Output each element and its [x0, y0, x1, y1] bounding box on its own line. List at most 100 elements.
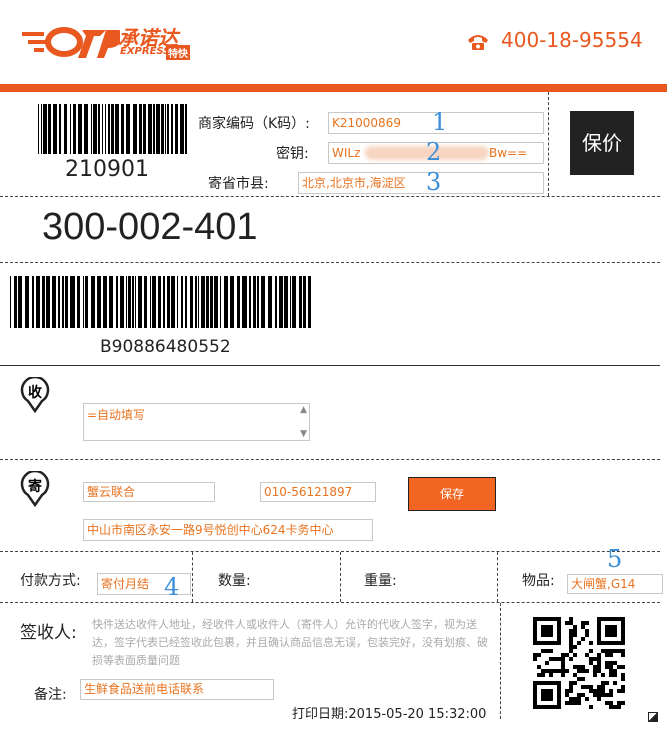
logo: 承诺达 EXPRESS 特快: [20, 18, 200, 64]
qr-module: [589, 685, 593, 689]
qr-module: [609, 661, 613, 665]
qr-module: [593, 693, 597, 697]
receiver-autofill-textarea[interactable]: =自动填写 ▲ ▼: [83, 403, 310, 441]
signature-label: 签收人:: [20, 623, 77, 643]
details-divider: [0, 602, 660, 603]
qr-module: [541, 649, 545, 653]
qr-module: [573, 697, 577, 701]
qr-module: [609, 665, 613, 669]
qr-module: [609, 669, 613, 673]
qr-module: [569, 701, 573, 705]
qr-module: [573, 625, 577, 629]
qr-module: [613, 661, 617, 665]
qr-module: [569, 645, 573, 649]
qr-module: [577, 665, 581, 669]
qr-module: [533, 653, 537, 657]
qr-module: [569, 633, 573, 637]
sender-name-field[interactable]: 蟹云联合: [83, 482, 215, 502]
qr-module: [617, 649, 621, 653]
qr-module: [581, 677, 585, 681]
remark-label: 备注:: [34, 687, 67, 703]
region-field[interactable]: 北京,北京市,海淀区: [298, 172, 544, 194]
annotation-3: 3: [426, 168, 442, 196]
qr-module: [601, 693, 605, 697]
qr-module: [573, 673, 577, 677]
logo-sub2: 特快: [166, 45, 190, 60]
qr-module: [621, 689, 625, 693]
qr-module: [569, 621, 573, 625]
qr-module: [593, 673, 597, 677]
qr-module: [537, 665, 541, 669]
merchant-barcode: [38, 104, 188, 154]
qr-module: [609, 649, 613, 653]
qr-module: [553, 657, 557, 661]
qr-module: [617, 689, 621, 693]
qr-module: [613, 705, 617, 709]
annotation-2: 2: [426, 138, 442, 166]
qr-module: [585, 633, 589, 637]
scroll-down-icon[interactable]: ▼: [300, 429, 307, 439]
qr-module: [597, 661, 601, 665]
qr-module: [569, 689, 573, 693]
qr-module: [545, 649, 549, 653]
tracking-code: 300-002-401: [42, 206, 258, 248]
key-label: 密钥:: [276, 146, 309, 162]
qr-module: [549, 669, 553, 673]
qr-module: [577, 677, 581, 681]
qr-module: [565, 621, 569, 625]
scroll-up-icon[interactable]: ▲: [300, 405, 307, 415]
qr-module: [585, 697, 589, 701]
qr-module: [577, 641, 581, 645]
qr-module: [533, 657, 537, 661]
qr-module: [541, 669, 545, 673]
item-field[interactable]: 大闸蟹,G14: [567, 574, 663, 594]
qr-module: [589, 649, 593, 653]
qr-module: [613, 673, 617, 677]
phone-icon: [468, 35, 488, 50]
tracking-divider: [0, 262, 660, 263]
qr-module: [569, 641, 573, 645]
qr-module: [565, 701, 569, 705]
qr-module: [605, 661, 609, 665]
sender-icon-char: 寄: [28, 478, 42, 495]
remark-field[interactable]: 生鲜食品送前电话联系: [80, 679, 274, 700]
qr-module: [589, 641, 593, 645]
key-value-end: Bw==: [489, 146, 528, 160]
qr-module: [573, 629, 577, 633]
qr-module: [605, 693, 609, 697]
qr-module: [549, 657, 553, 661]
qr-module: [581, 665, 585, 669]
qr-module: [561, 653, 565, 657]
qr-module: [597, 669, 601, 673]
qr-module: [541, 689, 553, 701]
qr-module: [585, 629, 589, 633]
logo-mark-icon: [22, 27, 120, 58]
qr-module: [565, 689, 569, 693]
qr-module: [565, 669, 569, 673]
qr-module: [589, 689, 593, 693]
qr-module: [613, 649, 617, 653]
resize-handle-icon[interactable]: [648, 712, 658, 722]
qr-module: [605, 665, 609, 669]
qr-module: [601, 685, 605, 689]
header-divider: [0, 84, 667, 92]
qr-module: [601, 681, 605, 685]
qr-module: [609, 673, 613, 677]
receiver-pin-icon: 收: [20, 375, 50, 414]
qr-module: [569, 649, 573, 653]
qr-module: [609, 701, 613, 705]
qr-module: [537, 673, 541, 677]
region-label: 寄省市县:: [208, 176, 269, 192]
insure-button[interactable]: 保价: [570, 111, 634, 175]
save-button[interactable]: 保存: [408, 477, 496, 511]
qr-module: [605, 649, 609, 653]
sender-phone-field[interactable]: 010-56121897: [260, 482, 376, 502]
qr-module: [581, 669, 585, 673]
sender-address-field[interactable]: 中山市南区永安一路9号悦创中心624卡务中心: [83, 519, 373, 541]
details-vdivider-2: [340, 552, 341, 602]
qr-module: [621, 653, 625, 657]
sender-divider: [0, 551, 660, 552]
qr-module: [565, 653, 569, 657]
merchant-barcode-number: 210901: [65, 157, 149, 182]
qr-module: [621, 701, 625, 705]
